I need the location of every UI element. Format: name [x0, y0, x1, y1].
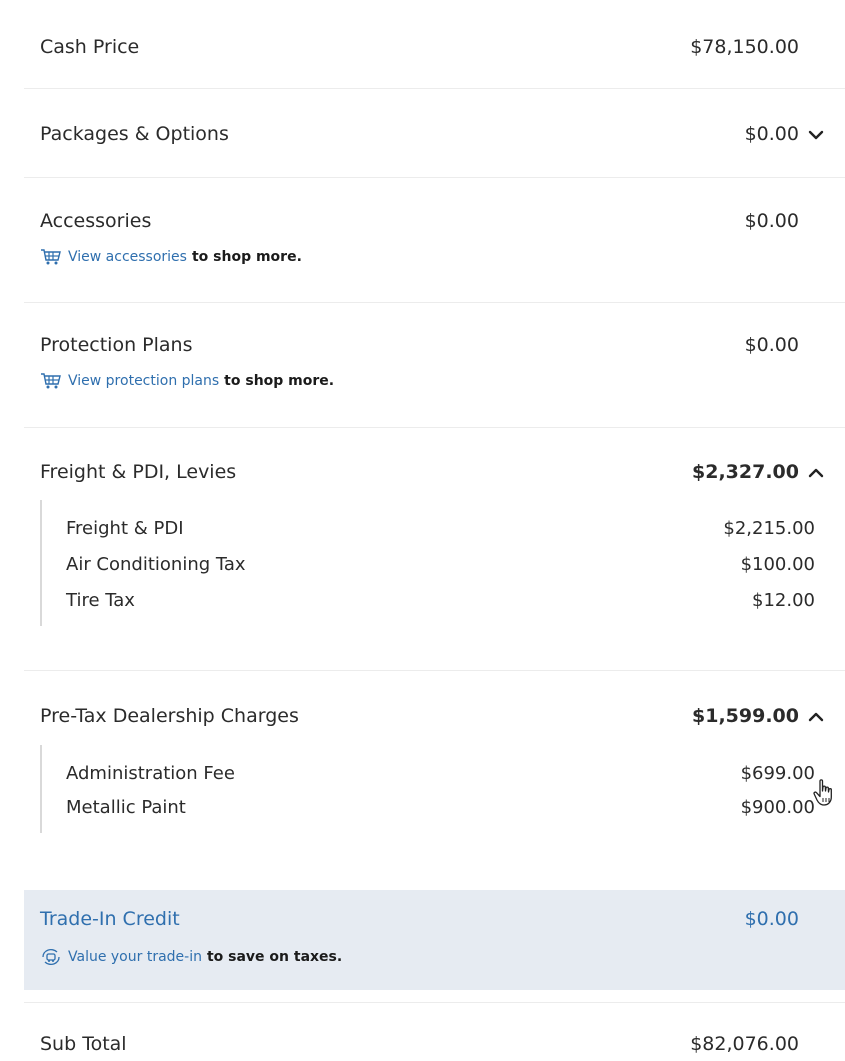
detail-label: Administration Fee — [66, 763, 235, 784]
freight-levies-details: Freight & PDI $2,215.00 Air Conditioning… — [40, 500, 845, 626]
detail-label: Metallic Paint — [66, 797, 186, 818]
chevron-up-icon[interactable] — [807, 464, 825, 482]
packages-row[interactable]: Packages & Options $0.00 — [24, 89, 845, 177]
protection-hint: View protection plans to shop more. — [40, 372, 334, 390]
subtotal-row: Sub Total $82,076.00 — [24, 1003, 845, 1061]
freight-levies-section: Freight & PDI, Levies $2,327.00 Freight … — [24, 428, 845, 670]
detail-amount: $12.00 — [752, 590, 815, 611]
detail-amount: $100.00 — [740, 554, 815, 575]
trade-in-amount: $0.00 — [744, 908, 799, 930]
protection-label: Protection Plans — [40, 334, 193, 356]
accessories-hint-text: to shop more. — [191, 249, 302, 265]
protection-row: Protection Plans $0.00 View protection p… — [24, 303, 845, 427]
view-protection-plans-link[interactable]: View protection plans — [68, 373, 219, 389]
freight-levies-header[interactable]: Freight & PDI, Levies $2,327.00 — [24, 428, 845, 508]
packages-label: Packages & Options — [40, 123, 229, 145]
dealer-charges-label: Pre-Tax Dealership Charges — [40, 705, 299, 727]
protection-amount: $0.00 — [744, 334, 799, 356]
protection-hint-text: to shop more. — [224, 373, 335, 389]
trade-in-hint-text: to save on taxes. — [206, 949, 343, 965]
value-trade-in-link[interactable]: Value your trade-in — [68, 949, 202, 965]
accessories-hint: View accessories to shop more. — [40, 248, 302, 266]
car-trade-icon — [42, 948, 60, 966]
accessories-amount: $0.00 — [744, 210, 799, 232]
view-accessories-link[interactable]: View accessories — [68, 249, 187, 265]
freight-levies-amount: $2,327.00 — [692, 461, 799, 483]
detail-bar — [40, 500, 42, 626]
dealer-charges-header[interactable]: Pre-Tax Dealership Charges $1,599.00 — [24, 671, 845, 751]
detail-label: Air Conditioning Tax — [66, 554, 246, 575]
chevron-down-icon[interactable] — [807, 126, 825, 144]
packages-amount: $0.00 — [744, 123, 799, 145]
price-summary-panel: Cash Price $78,150.00 Packages & Options… — [24, 0, 845, 1061]
accessories-label: Accessories — [40, 210, 152, 232]
detail-amount: $699.00 — [740, 763, 815, 784]
cash-price-amount: $78,150.00 — [690, 36, 799, 58]
shopping-cart-icon — [41, 373, 61, 389]
shopping-cart-icon — [41, 249, 61, 265]
trade-in-hint: Value your trade-in to save on taxes. — [40, 948, 342, 966]
dealer-charges-section: Pre-Tax Dealership Charges $1,599.00 Adm… — [24, 671, 845, 879]
dealer-charges-details: Administration Fee $699.00 Metallic Pain… — [40, 745, 845, 833]
hand-pointer-icon — [813, 779, 832, 806]
cash-price-label: Cash Price — [40, 36, 140, 58]
detail-label: Tire Tax — [66, 590, 135, 611]
dealer-charges-amount: $1,599.00 — [692, 705, 799, 727]
detail-label: Freight & PDI — [66, 518, 184, 539]
subtotal-amount: $82,076.00 — [690, 1033, 799, 1055]
detail-bar — [40, 745, 42, 833]
cash-price-row: Cash Price $78,150.00 — [24, 0, 845, 88]
freight-levies-label: Freight & PDI, Levies — [40, 461, 237, 483]
chevron-up-icon[interactable] — [807, 708, 825, 726]
trade-in-label: Trade-In Credit — [40, 908, 180, 930]
detail-amount: $2,215.00 — [723, 518, 815, 539]
subtotal-label: Sub Total — [40, 1033, 127, 1055]
accessories-row: Accessories $0.00 View accessories to sh… — [24, 178, 845, 302]
detail-amount: $900.00 — [740, 797, 815, 818]
trade-in-section: Trade-In Credit $0.00 Value your trade-i… — [24, 890, 845, 990]
